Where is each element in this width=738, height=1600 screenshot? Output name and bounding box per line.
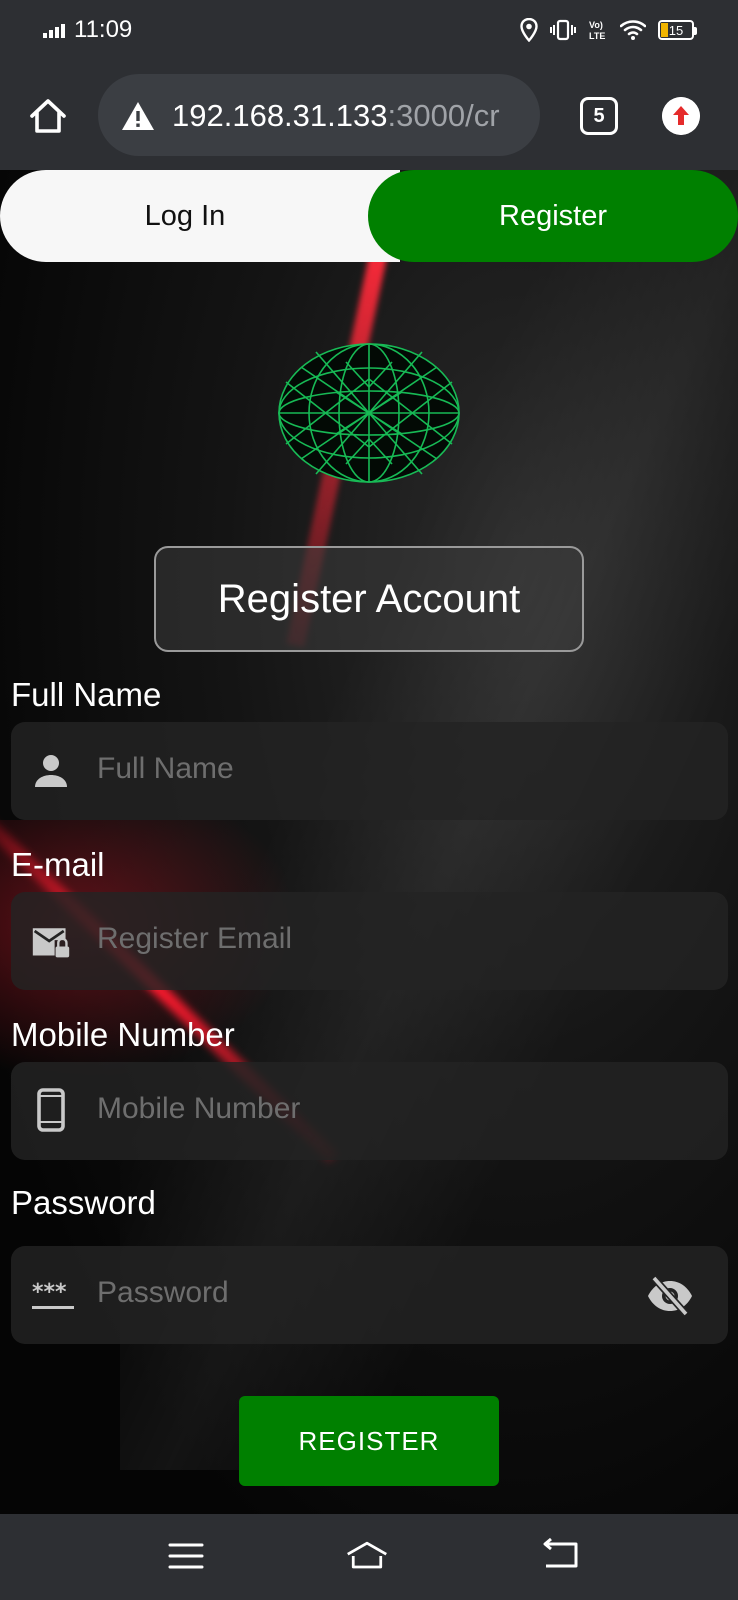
status-icons: Vo) LTE 15: [520, 16, 697, 44]
password-icon: ***: [32, 1280, 74, 1309]
login-tab[interactable]: Log In: [0, 170, 400, 262]
volte-icon: Vo)LTE: [589, 20, 605, 41]
visibility-off-icon[interactable]: [646, 1276, 694, 1316]
wireframe-globe-logo: [278, 343, 460, 483]
home-icon[interactable]: [28, 96, 68, 136]
page-title: Register Account: [154, 546, 584, 652]
url-host: 192.168.31.133: [172, 98, 388, 133]
person-icon: [35, 755, 67, 787]
full-name-label: Full Name: [11, 676, 162, 713]
register-submit-button[interactable]: REGISTER: [239, 1396, 499, 1486]
smartphone-icon: [37, 1088, 65, 1132]
wifi-icon: [620, 20, 646, 40]
mobile-field[interactable]: Mobile Number: [11, 1062, 728, 1160]
email-field[interactable]: Register Email: [11, 892, 728, 990]
mobile-input[interactable]: Mobile Number: [97, 1092, 300, 1126]
email-lock-icon: [32, 928, 70, 958]
svg-text:***: ***: [32, 1280, 67, 1305]
location-icon: [520, 18, 538, 42]
full-name-input[interactable]: Full Name: [97, 752, 234, 786]
mobile-label: Mobile Number: [11, 1016, 235, 1053]
url-path: :3000/cr: [387, 98, 500, 133]
svg-text:LTE: LTE: [589, 31, 605, 41]
back-icon[interactable]: [540, 1536, 584, 1576]
password-field[interactable]: *** Password: [11, 1246, 728, 1344]
email-label: E-mail: [11, 846, 105, 883]
menu-icon[interactable]: [164, 1536, 208, 1576]
url-text[interactable]: 192.168.31.133:3000/cr: [172, 98, 500, 134]
browser-toolbar: 192.168.31.133:3000/cr 5: [0, 60, 738, 170]
address-bar[interactable]: 192.168.31.133:3000/cr: [98, 74, 540, 156]
password-label: Password: [11, 1184, 156, 1221]
page-content: Log In Register Register Account Full Na…: [0, 170, 738, 1514]
home-nav-icon[interactable]: [345, 1536, 389, 1576]
battery-icon: 15: [658, 20, 697, 40]
status-bar: 11:09 Vo) LTE 15: [0, 0, 738, 60]
auth-mode-toggle: Log In Register: [0, 170, 738, 262]
warning-icon[interactable]: [120, 100, 156, 132]
clock: 11:09: [74, 16, 133, 43]
full-name-field[interactable]: Full Name: [11, 722, 728, 820]
signal-icon: [43, 22, 69, 38]
email-input[interactable]: Register Email: [97, 922, 292, 956]
svg-text:Vo): Vo): [589, 20, 603, 30]
system-navigation-bar: [0, 1514, 738, 1600]
password-input[interactable]: Password: [97, 1276, 229, 1310]
update-icon[interactable]: [662, 97, 700, 135]
tab-switcher-button[interactable]: 5: [580, 97, 618, 135]
register-tab[interactable]: Register: [368, 170, 738, 262]
vibrate-icon: [550, 19, 576, 41]
